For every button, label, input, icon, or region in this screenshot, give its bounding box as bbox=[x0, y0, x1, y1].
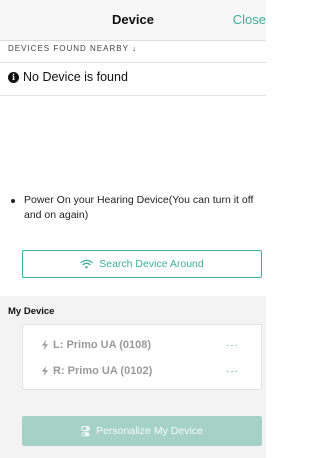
divider bbox=[0, 62, 266, 63]
more-options-button[interactable]: ··· bbox=[226, 366, 239, 377]
info-circle-icon: i bbox=[8, 71, 19, 83]
device-list-card: L: Primo UA (0108) ··· R: Primo UA (0102… bbox=[22, 324, 262, 390]
close-button[interactable]: Close bbox=[233, 12, 266, 27]
more-options-button[interactable]: ··· bbox=[226, 340, 239, 351]
no-device-message: i No Device is found bbox=[8, 70, 128, 84]
wifi-icon bbox=[80, 259, 93, 269]
page-title: Device bbox=[112, 12, 154, 27]
divider bbox=[0, 95, 266, 96]
devices-nearby-section-label: DEVICES FOUND NEARBY ↓ bbox=[8, 44, 137, 53]
sort-arrow-icon: ↓ bbox=[132, 44, 137, 53]
device-name: L: Primo UA (0108) bbox=[53, 339, 152, 351]
device-name: R: Primo UA (0102) bbox=[53, 365, 153, 377]
bolt-icon bbox=[42, 366, 48, 376]
personalize-device-button[interactable]: Personalize My Device bbox=[22, 416, 262, 446]
devices-nearby-label-text: DEVICES FOUND NEARBY bbox=[8, 44, 129, 53]
no-device-text: No Device is found bbox=[23, 70, 128, 84]
personalize-label: Personalize My Device bbox=[96, 425, 203, 437]
device-row-right[interactable]: R: Primo UA (0102) ··· bbox=[23, 361, 261, 381]
my-device-label: My Device bbox=[8, 306, 55, 317]
my-device-section: My Device L: Primo UA (0108) ··· R: Prim… bbox=[0, 296, 266, 458]
search-device-button[interactable]: Search Device Around bbox=[22, 250, 262, 278]
device-row-left[interactable]: L: Primo UA (0108) ··· bbox=[23, 335, 261, 355]
power-on-tip: Power On your Hearing Device(You can tur… bbox=[11, 193, 262, 223]
bolt-icon bbox=[42, 340, 48, 350]
search-device-label: Search Device Around bbox=[99, 258, 204, 270]
toggle-icon bbox=[81, 425, 91, 436]
navigation-header: Device Close bbox=[0, 0, 266, 41]
